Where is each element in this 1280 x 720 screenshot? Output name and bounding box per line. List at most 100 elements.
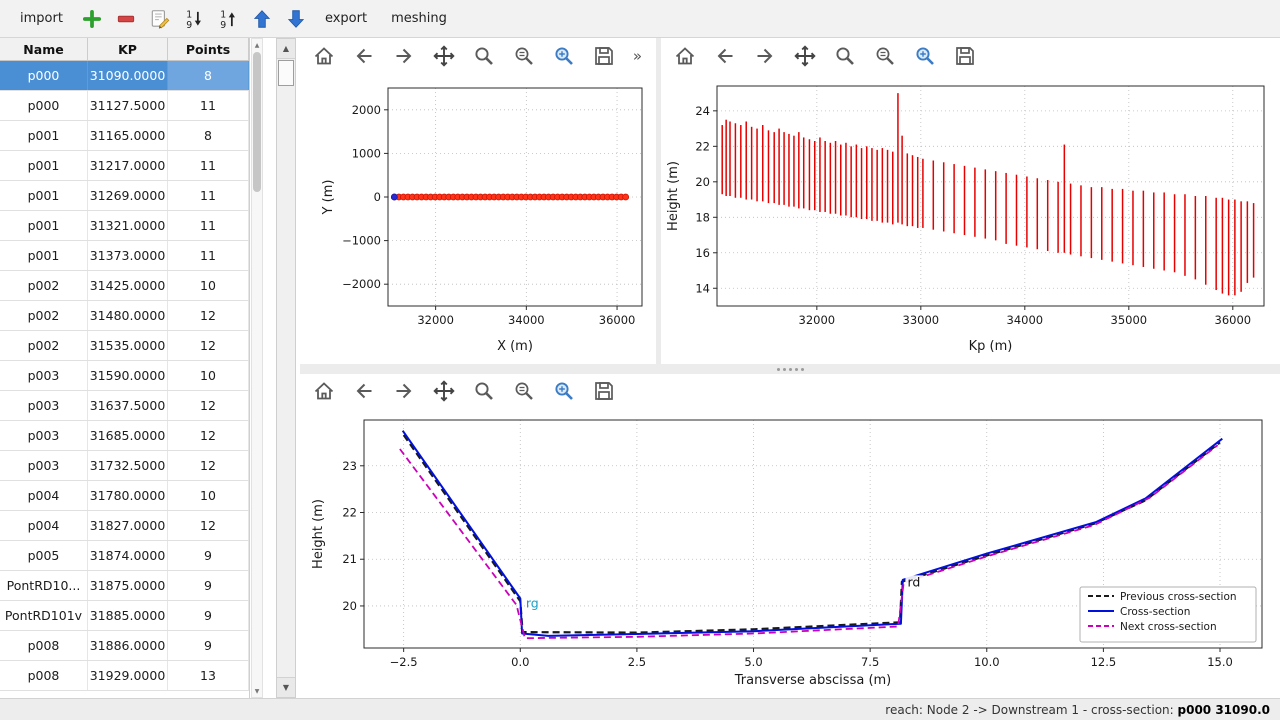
- cell-name[interactable]: p001: [0, 121, 88, 150]
- table-row[interactable]: p00131373.000011: [0, 241, 249, 271]
- cell-name[interactable]: p008: [0, 661, 88, 690]
- panel-scrollbar-thumb[interactable]: [278, 60, 294, 86]
- customize-icon[interactable]: [911, 42, 939, 70]
- move-down-icon[interactable]: [281, 4, 311, 34]
- save-icon[interactable]: [590, 377, 618, 405]
- cell-kp[interactable]: 31827.0000: [88, 511, 168, 540]
- cell-kp[interactable]: 31732.5000: [88, 451, 168, 480]
- column-header-kp[interactable]: KP: [88, 38, 168, 60]
- cell-name[interactable]: p001: [0, 151, 88, 180]
- cell-kp[interactable]: 31590.0000: [88, 361, 168, 390]
- scroll-down-icon[interactable]: ▼: [252, 685, 262, 697]
- save-icon[interactable]: [590, 42, 618, 70]
- forward-icon[interactable]: [390, 377, 418, 405]
- cell-kp[interactable]: 31874.0000: [88, 541, 168, 570]
- scroll-up-icon[interactable]: ▲: [277, 39, 295, 59]
- cell-points[interactable]: 10: [168, 271, 249, 300]
- cell-name[interactable]: p002: [0, 271, 88, 300]
- column-header-name[interactable]: Name: [0, 38, 88, 60]
- table-row[interactable]: p00831929.000013: [0, 661, 249, 691]
- table-row[interactable]: p00431780.000010: [0, 481, 249, 511]
- cell-points[interactable]: 8: [168, 121, 249, 150]
- cell-name[interactable]: p005: [0, 541, 88, 570]
- cell-points[interactable]: 12: [168, 511, 249, 540]
- cell-points[interactable]: 12: [168, 331, 249, 360]
- cell-kp[interactable]: 31535.0000: [88, 331, 168, 360]
- cell-kp[interactable]: 31685.0000: [88, 421, 168, 450]
- back-icon[interactable]: [350, 42, 378, 70]
- cell-kp[interactable]: 31480.0000: [88, 301, 168, 330]
- cell-kp[interactable]: 31090.0000: [88, 61, 168, 90]
- table-row[interactable]: p00331590.000010: [0, 361, 249, 391]
- cross-section-canvas[interactable]: −2.50.02.55.07.510.012.515.020212223Tran…: [300, 408, 1280, 698]
- cell-name[interactable]: p000: [0, 61, 88, 90]
- table-row[interactable]: PontRD10...31875.00009: [0, 571, 249, 601]
- table-row[interactable]: p00131269.000011: [0, 181, 249, 211]
- cell-name[interactable]: p000: [0, 91, 88, 120]
- table-row[interactable]: p00031127.500011: [0, 91, 249, 121]
- pan-icon[interactable]: [791, 42, 819, 70]
- table-row[interactable]: PontRD101v31885.00009: [0, 601, 249, 631]
- cell-kp[interactable]: 31780.0000: [88, 481, 168, 510]
- horizontal-splitter[interactable]: [300, 364, 1280, 374]
- cell-name[interactable]: p002: [0, 331, 88, 360]
- scroll-up-icon[interactable]: ▲: [252, 39, 262, 51]
- cell-points[interactable]: 9: [168, 631, 249, 660]
- remove-icon[interactable]: [111, 4, 141, 34]
- table-row[interactable]: p00031090.00008: [0, 61, 249, 91]
- cell-points[interactable]: 11: [168, 241, 249, 270]
- table-row[interactable]: p00331637.500012: [0, 391, 249, 421]
- home-icon[interactable]: [671, 42, 699, 70]
- cell-name[interactable]: PontRD10...: [0, 571, 88, 600]
- subplots-icon[interactable]: [871, 42, 899, 70]
- sort-ascending-icon[interactable]: 19: [179, 4, 209, 34]
- table-scrollbar[interactable]: ▲ ▼: [251, 38, 263, 698]
- cell-points[interactable]: 12: [168, 391, 249, 420]
- table-scrollbar-thumb[interactable]: [253, 52, 261, 192]
- zoom-icon[interactable]: [470, 42, 498, 70]
- cell-name[interactable]: p002: [0, 301, 88, 330]
- save-icon[interactable]: [951, 42, 979, 70]
- cell-kp[interactable]: 31165.0000: [88, 121, 168, 150]
- cell-kp[interactable]: 31425.0000: [88, 271, 168, 300]
- cell-points[interactable]: 12: [168, 421, 249, 450]
- cell-kp[interactable]: 31373.0000: [88, 241, 168, 270]
- sort-descending-icon[interactable]: 19: [213, 4, 243, 34]
- toolbar-overflow-chevron[interactable]: »: [633, 47, 646, 65]
- forward-icon[interactable]: [751, 42, 779, 70]
- cell-points[interactable]: 9: [168, 571, 249, 600]
- back-icon[interactable]: [350, 377, 378, 405]
- cell-name[interactable]: p001: [0, 181, 88, 210]
- add-icon[interactable]: [77, 4, 107, 34]
- cell-name[interactable]: p003: [0, 361, 88, 390]
- customize-icon[interactable]: [550, 377, 578, 405]
- cell-kp[interactable]: 31637.5000: [88, 391, 168, 420]
- import-button[interactable]: import: [10, 5, 73, 32]
- cell-name[interactable]: p001: [0, 211, 88, 240]
- cell-name[interactable]: p004: [0, 511, 88, 540]
- cell-name[interactable]: p003: [0, 391, 88, 420]
- cell-points[interactable]: 9: [168, 601, 249, 630]
- cell-points[interactable]: 12: [168, 301, 249, 330]
- cell-kp[interactable]: 31321.0000: [88, 211, 168, 240]
- scroll-down-icon[interactable]: ▼: [277, 677, 295, 697]
- cell-name[interactable]: p003: [0, 421, 88, 450]
- cell-points[interactable]: 11: [168, 151, 249, 180]
- customize-icon[interactable]: [550, 42, 578, 70]
- table-row[interactable]: p00231480.000012: [0, 301, 249, 331]
- cell-kp[interactable]: 31217.0000: [88, 151, 168, 180]
- cell-kp[interactable]: 31886.0000: [88, 631, 168, 660]
- table-row[interactable]: p00231425.000010: [0, 271, 249, 301]
- plan-view-canvas[interactable]: 320003400036000−2000−1000010002000X (m)Y…: [300, 74, 656, 364]
- table-row[interactable]: p00131165.00008: [0, 121, 249, 151]
- cell-points[interactable]: 12: [168, 451, 249, 480]
- edit-icon[interactable]: [145, 4, 175, 34]
- home-icon[interactable]: [310, 42, 338, 70]
- cell-name[interactable]: p004: [0, 481, 88, 510]
- subplots-icon[interactable]: [510, 377, 538, 405]
- cell-points[interactable]: 11: [168, 181, 249, 210]
- scrollbar-track[interactable]: [277, 87, 295, 677]
- profile-canvas[interactable]: 3200033000340003500036000141618202224Kp …: [661, 74, 1280, 364]
- cell-kp[interactable]: 31929.0000: [88, 661, 168, 690]
- column-header-points[interactable]: Points: [168, 38, 249, 60]
